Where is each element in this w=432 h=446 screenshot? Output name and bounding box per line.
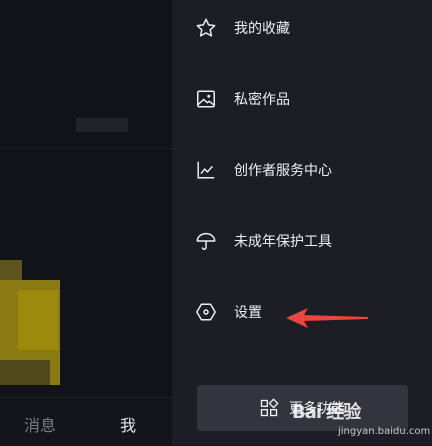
hexagon-settings-icon (194, 300, 218, 324)
menu-item-label: 私密作品 (234, 92, 290, 108)
tab-me[interactable]: 我 (120, 412, 136, 436)
star-icon (194, 16, 218, 40)
image-icon (194, 87, 218, 111)
tab-messages[interactable]: 消息 (24, 412, 56, 436)
menu-item-private-works[interactable]: 私密作品 (194, 85, 414, 113)
divider (0, 148, 172, 149)
menu-item-creator-center[interactable]: 创作者服务中心 (194, 156, 414, 184)
blurred-image-part (18, 290, 58, 350)
blurred-thumbnail (76, 118, 128, 132)
bottom-navigation: 消息 我 (0, 397, 172, 446)
watermark-url: jingyan.baidu.com (338, 426, 431, 437)
background-content-pane: 消息 我 (0, 0, 172, 446)
menu-item-minor-protection[interactable]: 未成年保护工具 (194, 227, 414, 255)
menu-item-favorites[interactable]: 我的收藏 (194, 14, 414, 42)
blurred-image-part (0, 360, 50, 385)
chart-line-icon (194, 158, 218, 182)
menu-item-label: 创作者服务中心 (234, 163, 332, 179)
annotation-arrow-icon (286, 308, 368, 328)
menu-item-label: 我的收藏 (234, 21, 290, 37)
side-drawer-menu: 我的收藏 私密作品 创作者服务中心 未成年保护工具 设置 更多功能 (172, 0, 432, 445)
grid-icon (259, 398, 279, 418)
umbrella-icon (194, 229, 218, 253)
watermark-brand: Bai 经验 (292, 402, 361, 423)
menu-item-label: 设置 (234, 305, 262, 321)
menu-item-label: 未成年保护工具 (234, 234, 332, 250)
